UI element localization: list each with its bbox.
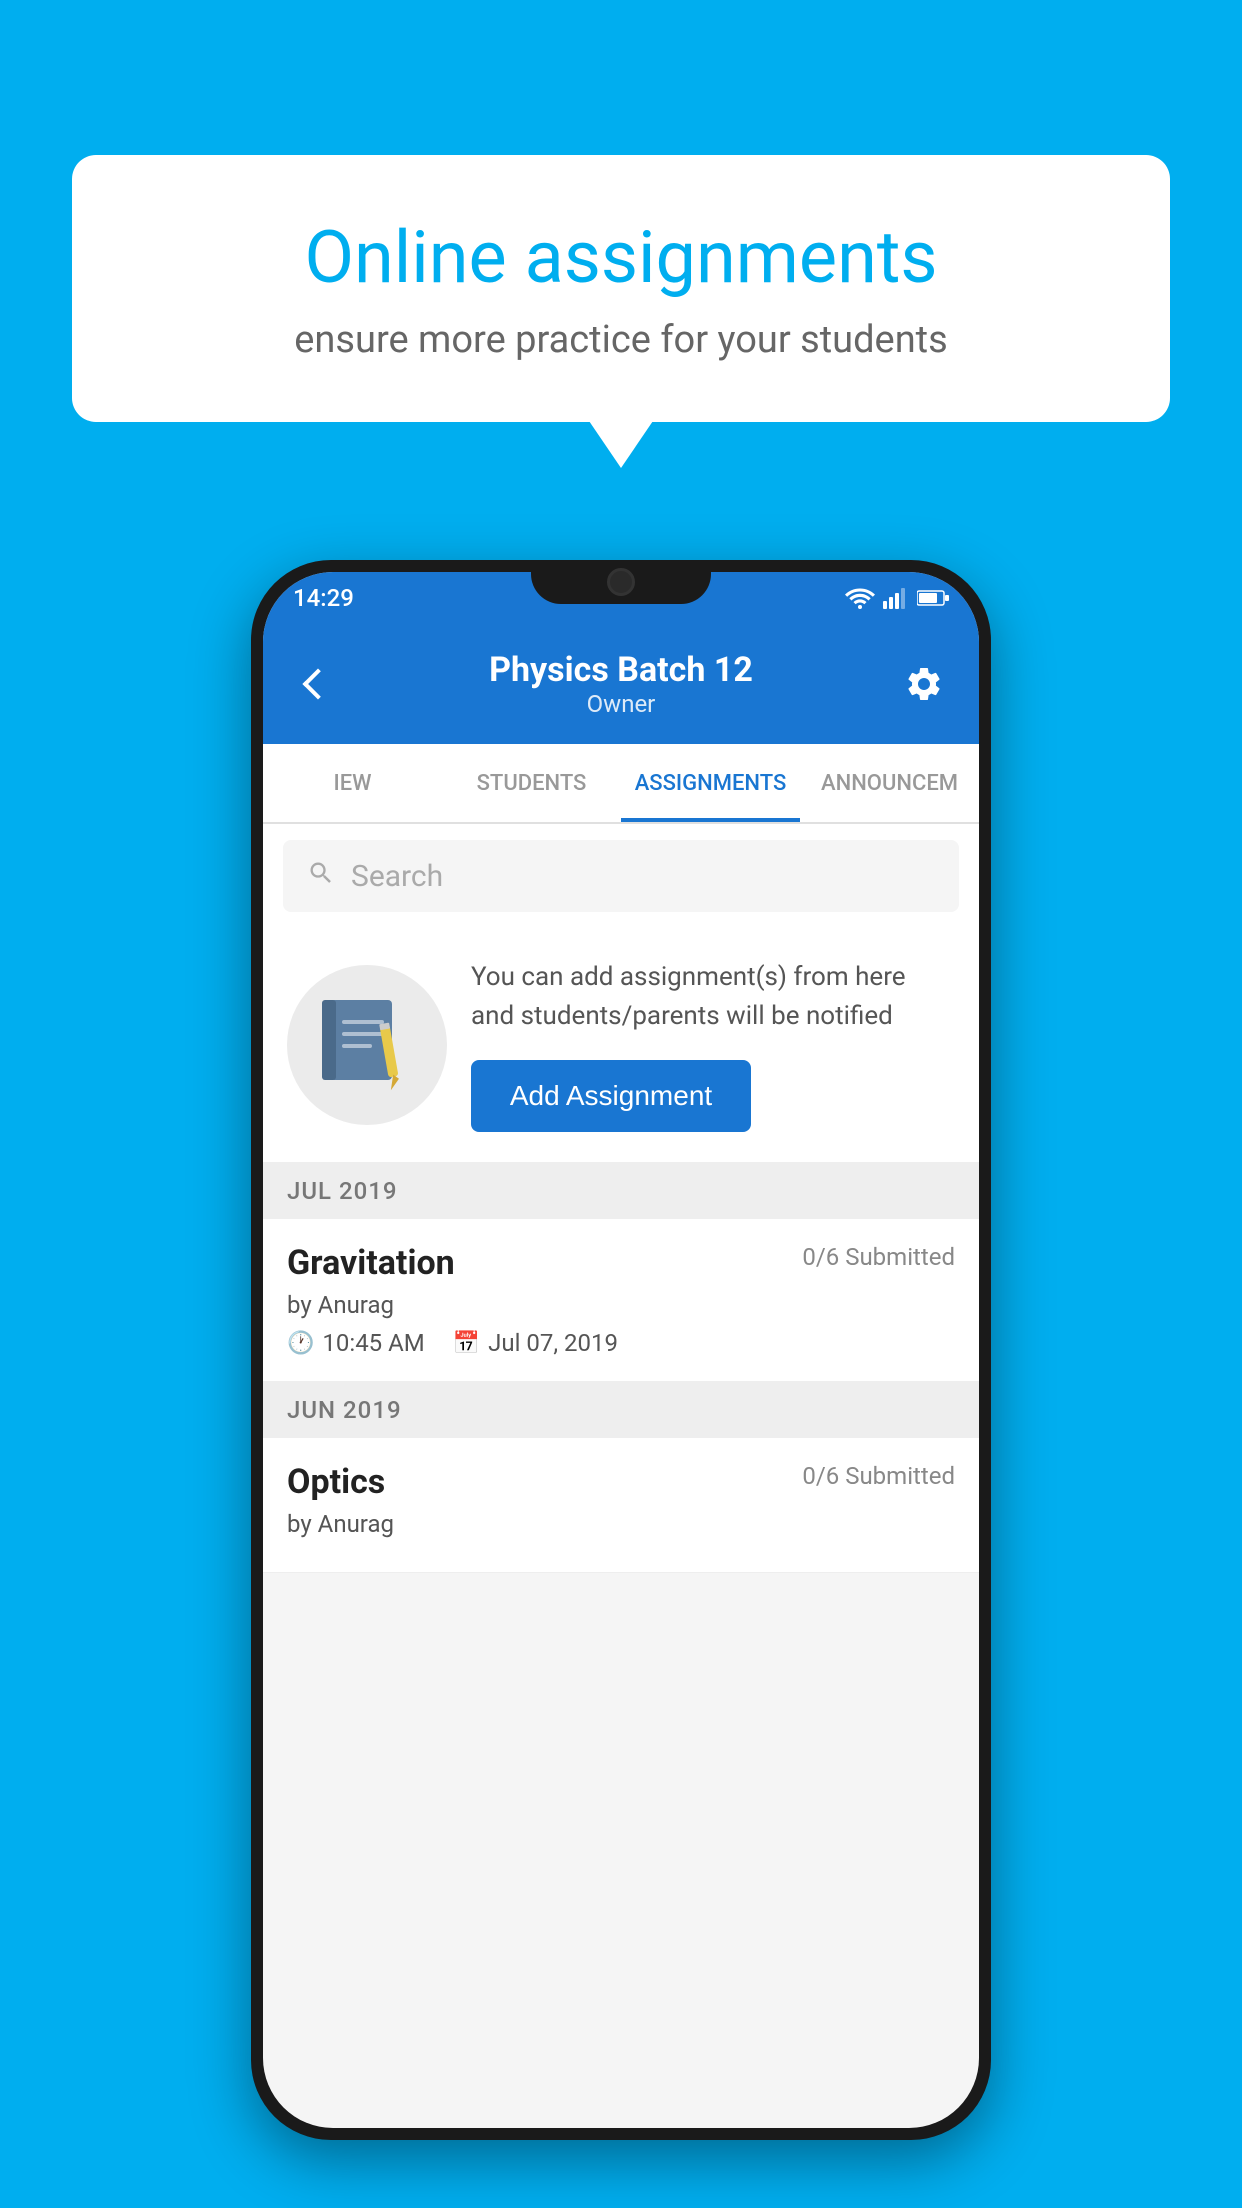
notebook-icon	[322, 995, 412, 1095]
assignment-date-gravitation: 📅 Jul 07, 2019	[453, 1329, 618, 1357]
gear-icon	[904, 664, 944, 704]
wifi-icon	[845, 587, 875, 609]
battery-icon	[917, 589, 949, 607]
speech-bubble: Online assignments ensure more practice …	[72, 155, 1170, 422]
phone-outer: 14:29	[251, 560, 991, 2140]
content-area: Search	[263, 824, 979, 1573]
assignment-time-gravitation: 🕐 10:45 AM	[287, 1329, 425, 1357]
assignment-item-gravitation[interactable]: Gravitation 0/6 Submitted by Anurag 🕐 10…	[263, 1219, 979, 1382]
status-time: 14:29	[293, 584, 354, 612]
assignment-name-gravitation: Gravitation	[287, 1243, 455, 1283]
tab-assignments[interactable]: ASSIGNMENTS	[621, 744, 800, 822]
assignment-meta-gravitation: 🕐 10:45 AM 📅 Jul 07, 2019	[287, 1329, 955, 1357]
speech-bubble-area: Online assignments ensure more practice …	[72, 155, 1170, 422]
tabs-bar: IEW STUDENTS ASSIGNMENTS ANNOUNCEM	[263, 744, 979, 824]
search-icon	[307, 857, 335, 895]
assignment-icon-circle	[287, 965, 447, 1125]
assignment-item-optics[interactable]: Optics 0/6 Submitted by Anurag	[263, 1438, 979, 1573]
assignment-submitted-optics: 0/6 Submitted	[802, 1462, 955, 1490]
speech-bubble-subtitle: ensure more practice for your students	[142, 318, 1100, 362]
search-bar-container: Search	[263, 824, 979, 928]
phone-screen: 14:29	[263, 572, 979, 2128]
header-title: Physics Batch 12	[489, 650, 753, 690]
add-assignment-info: You can add assignment(s) from here and …	[471, 958, 955, 1036]
phone-mockup: 14:29	[251, 560, 991, 2140]
status-icons	[845, 587, 949, 609]
header-subtitle: Owner	[489, 690, 753, 718]
add-assignment-right: You can add assignment(s) from here and …	[471, 958, 955, 1132]
month-header-jul: JUL 2019	[263, 1163, 979, 1219]
speech-bubble-title: Online assignments	[142, 215, 1100, 300]
tab-iew[interactable]: IEW	[263, 744, 442, 822]
tab-students[interactable]: STUDENTS	[442, 744, 621, 822]
search-input-placeholder: Search	[351, 859, 443, 894]
phone-notch	[531, 560, 711, 604]
phone-camera	[607, 568, 635, 596]
clock-icon: 🕐	[287, 1331, 314, 1356]
assignment-name-optics: Optics	[287, 1462, 385, 1502]
header-title-area: Physics Batch 12 Owner	[489, 650, 753, 718]
assignment-submitted-gravitation: 0/6 Submitted	[802, 1243, 955, 1271]
add-assignment-section: You can add assignment(s) from here and …	[263, 928, 979, 1163]
app-header: Physics Batch 12 Owner	[263, 624, 979, 744]
settings-button[interactable]	[899, 659, 949, 709]
tab-announcements[interactable]: ANNOUNCEM	[800, 744, 979, 822]
month-header-jun: JUN 2019	[263, 1382, 979, 1438]
calendar-icon: 📅	[453, 1331, 480, 1356]
back-button[interactable]	[293, 659, 343, 709]
back-arrow-icon	[302, 668, 333, 699]
assignment-by-optics: by Anurag	[287, 1510, 955, 1538]
search-bar[interactable]: Search	[283, 840, 959, 912]
add-assignment-button[interactable]: Add Assignment	[471, 1060, 751, 1132]
assignment-by-gravitation: by Anurag	[287, 1291, 955, 1319]
signal-icon	[883, 587, 909, 609]
